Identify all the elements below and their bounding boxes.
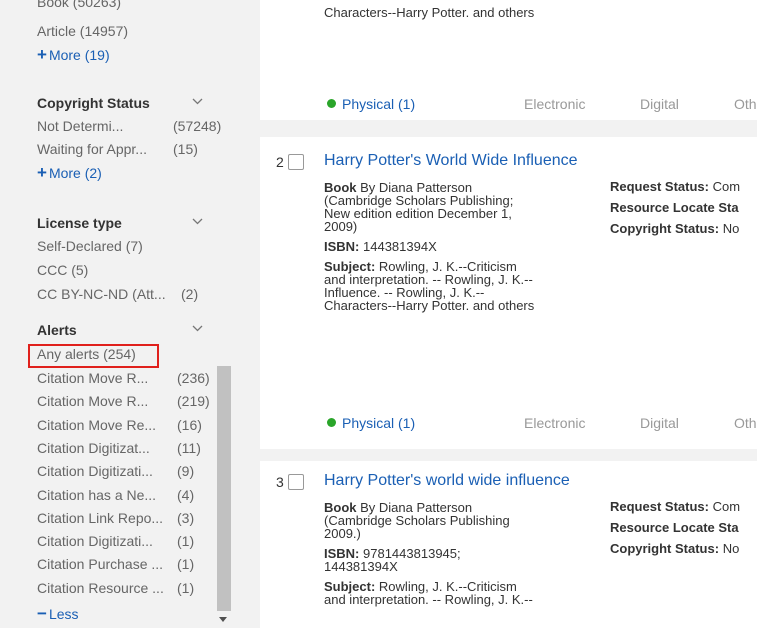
copyright-status: Copyright Status: No <box>610 541 740 556</box>
less-alerts-link[interactable]: − Less <box>37 604 79 624</box>
result-subject: Characters--Harry Potter. and others <box>324 298 535 313</box>
tab-other[interactable]: Oth <box>734 415 757 431</box>
facet-item-license[interactable]: CC BY-NC-ND (Att... (2) <box>37 286 198 302</box>
copyright-status: Copyright Status: No <box>610 221 740 236</box>
result-subject: and interpretation. -- Rowling, J. K.-- <box>324 592 533 607</box>
facet-item-alert[interactable]: Citation Digitizati... (1) <box>37 533 194 549</box>
plus-icon: + <box>37 163 47 182</box>
result-number: 3 <box>276 474 284 490</box>
result-publisher: 2009) <box>324 219 358 234</box>
facet-item-alert[interactable]: Citation Move R... (236) <box>37 370 210 386</box>
facet-title-alerts: Alerts <box>37 322 77 338</box>
facet-item-alert[interactable]: Citation Move R... (219) <box>37 393 210 409</box>
facet-sidebar: Book (50263) Article (14957) + More (19) … <box>0 0 232 628</box>
more-copyright-link[interactable]: + More (2) <box>37 163 102 183</box>
subject-line: Characters--Harry Potter. and others <box>324 5 535 20</box>
facet-title-license: License type <box>37 215 122 231</box>
result-checkbox[interactable] <box>288 154 304 170</box>
facet-item-alert[interactable]: Citation Digitizat... (11) <box>37 440 201 456</box>
facet-item-alert[interactable]: Citation Resource ... (1) <box>37 580 194 596</box>
result-card-3: 3 Harry Potter's world wide influence Bo… <box>260 461 757 628</box>
request-status: Request Status: Com <box>610 499 741 514</box>
tab-other[interactable]: Oth <box>734 96 757 112</box>
facet-item-alert[interactable]: Citation Digitizati... (9) <box>37 463 194 479</box>
result-number: 2 <box>276 154 284 170</box>
result-title-link[interactable]: Harry Potter's World Wide Influence <box>324 152 578 170</box>
facet-item-alert[interactable]: Citation Purchase ... (1) <box>37 556 194 572</box>
tab-physical[interactable]: Physical (1) <box>327 96 415 112</box>
more-resource-type-link[interactable]: + More (19) <box>37 45 110 65</box>
facet-item-license[interactable]: CCC (5) <box>37 262 88 278</box>
resource-locate-status: Resource Locate Sta <box>610 520 739 535</box>
facet-title-copyright: Copyright Status <box>37 95 150 111</box>
facet-item-alert[interactable]: Citation Link Repo... (3) <box>37 510 194 526</box>
highlight-box <box>28 344 159 368</box>
tab-electronic[interactable]: Electronic <box>524 96 585 112</box>
available-dot-icon <box>327 99 336 108</box>
facet-item-copyright[interactable]: Waiting for Appr... (15) <box>37 141 198 157</box>
plus-icon: + <box>37 45 47 64</box>
facet-item-license[interactable]: Self-Declared (7) <box>37 238 143 254</box>
facet-item-alert[interactable]: Citation Move Re... (16) <box>37 417 202 433</box>
tab-digital[interactable]: Digital <box>640 96 679 112</box>
tab-digital[interactable]: Digital <box>640 415 679 431</box>
facet-item-book[interactable]: Book (50263) <box>37 0 121 10</box>
chevron-down-icon[interactable] <box>192 218 203 228</box>
result-publisher: 2009.) <box>324 526 361 541</box>
result-card-2: 2 Harry Potter's World Wide Influence Bo… <box>260 137 757 449</box>
scrollbar-thumb[interactable] <box>217 366 231 611</box>
facet-item-article[interactable]: Article (14957) <box>37 23 128 39</box>
tab-electronic[interactable]: Electronic <box>524 415 585 431</box>
tab-physical[interactable]: Physical (1) <box>327 415 415 431</box>
result-checkbox[interactable] <box>288 474 304 490</box>
scroll-down-arrow[interactable] <box>219 617 227 622</box>
facet-item-copyright[interactable]: Not Determi... (57248) <box>37 118 221 134</box>
facet-item-alert[interactable]: Citation has a Ne... (4) <box>37 487 194 503</box>
result-isbn: ISBN: 144381394X <box>324 239 437 254</box>
result-isbn: 144381394X <box>324 559 398 574</box>
result-title-link[interactable]: Harry Potter's world wide influence <box>324 472 570 490</box>
available-dot-icon <box>327 418 336 427</box>
chevron-down-icon[interactable] <box>192 325 203 335</box>
chevron-down-icon[interactable] <box>192 98 203 108</box>
minus-icon: − <box>37 604 47 623</box>
request-status: Request Status: Com <box>610 179 741 194</box>
result-card-1: Characters--Harry Potter. and others Phy… <box>260 0 757 120</box>
resource-locate-status: Resource Locate Sta <box>610 200 739 215</box>
